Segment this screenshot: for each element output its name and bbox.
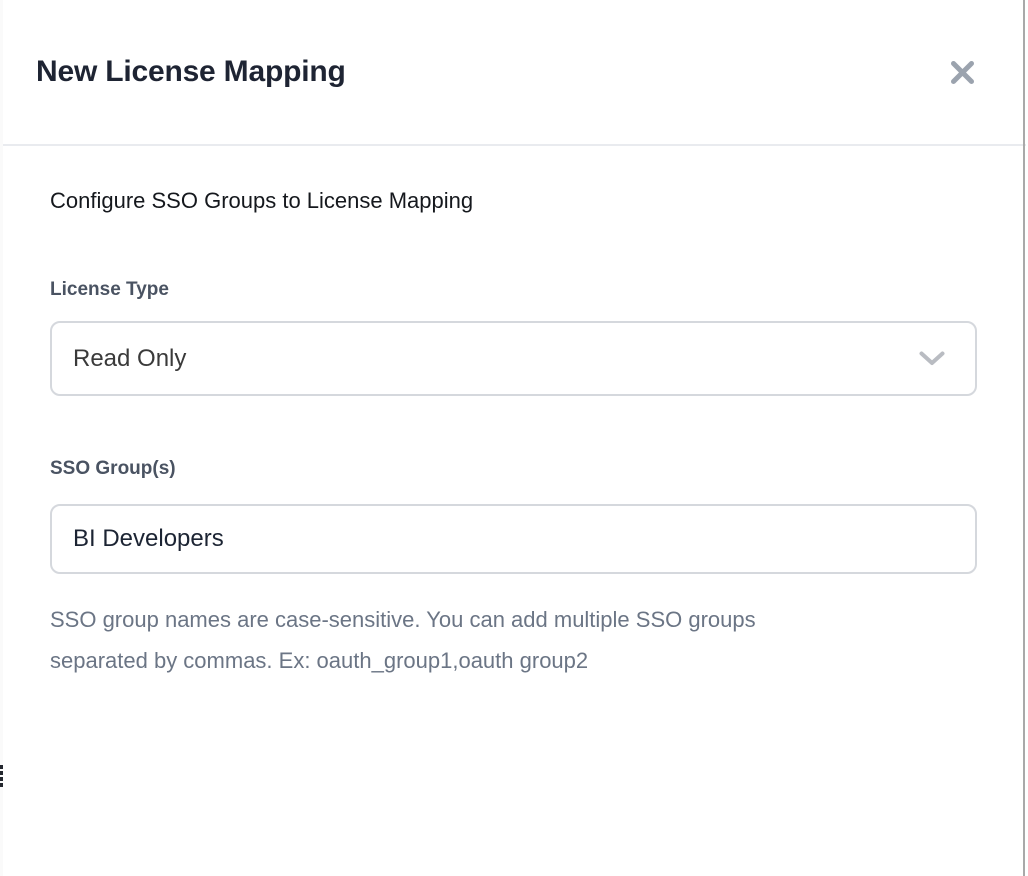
x-close-icon [949, 59, 976, 86]
sso-groups-help-line1: SSO group names are case-sensitive. You … [50, 607, 756, 632]
modal-description: Configure SSO Groups to License Mapping [50, 186, 978, 216]
license-type-selected-value: Read Only [73, 345, 186, 373]
modal-right-edge [1023, 0, 1025, 876]
header-divider [3, 144, 1026, 146]
sso-groups-input[interactable] [50, 504, 977, 574]
screen: New License Mapping Configure SSO Groups… [0, 0, 1028, 876]
sso-groups-label: SSO Group(s) [50, 458, 978, 480]
close-button[interactable] [949, 59, 976, 86]
modal-title: New License Mapping [36, 55, 346, 89]
sso-groups-help-line2: separated by commas. Ex: oauth_group1,oa… [50, 648, 588, 673]
chevron-down-icon [919, 351, 945, 366]
license-type-label: License Type [50, 279, 978, 301]
modal-header: New License Mapping [3, 0, 1023, 144]
new-license-mapping-modal: New License Mapping Configure SSO Groups… [3, 0, 1023, 876]
sso-groups-help-text: SSO group names are case-sensitive. You … [50, 599, 978, 681]
license-type-select[interactable]: Read Only [50, 321, 977, 396]
modal-body: Configure SSO Groups to License Mapping … [3, 144, 1023, 681]
